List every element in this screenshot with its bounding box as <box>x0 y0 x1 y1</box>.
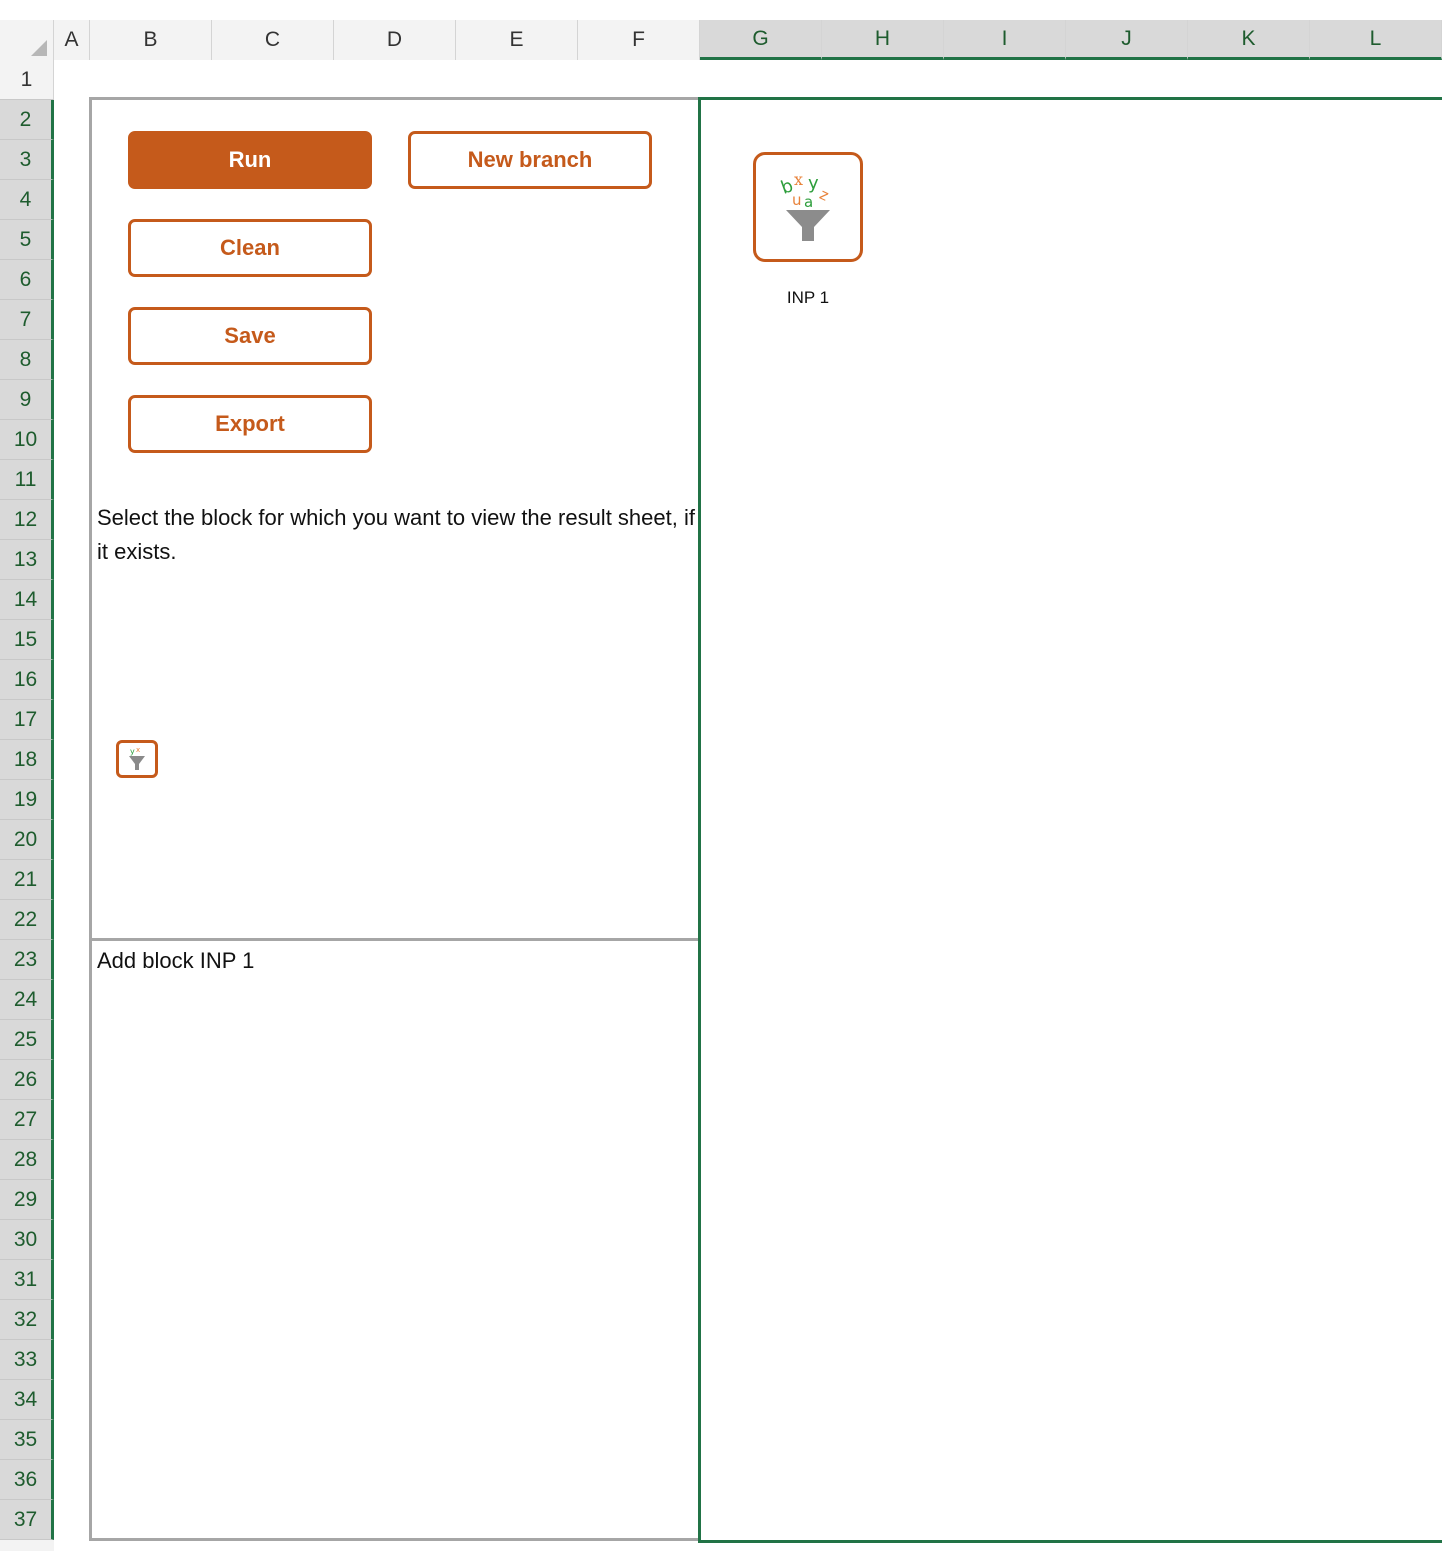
row-header-25[interactable]: 25 <box>0 1020 54 1060</box>
column-header-e[interactable]: E <box>456 20 578 60</box>
row-header-9[interactable]: 9 <box>0 380 54 420</box>
row-header-27[interactable]: 27 <box>0 1100 54 1140</box>
row-header-18[interactable]: 18 <box>0 740 54 780</box>
column-header-i[interactable]: I <box>944 20 1066 60</box>
row-header-33[interactable]: 33 <box>0 1340 54 1380</box>
row-header-12[interactable]: 12 <box>0 500 54 540</box>
run-button[interactable]: Run <box>128 131 372 189</box>
controls-panel: Run New branch Clean Save Export <box>89 97 701 501</box>
row-header-24[interactable]: 24 <box>0 980 54 1020</box>
column-header-g[interactable]: G <box>700 20 822 60</box>
row-header-5[interactable]: 5 <box>0 220 54 260</box>
row-header-8[interactable]: 8 <box>0 340 54 380</box>
select-all-corner[interactable] <box>0 20 54 60</box>
row-header-7[interactable]: 7 <box>0 300 54 340</box>
row-header-15[interactable]: 15 <box>0 620 54 660</box>
column-header-c[interactable]: C <box>212 20 334 60</box>
svg-text:a: a <box>804 193 813 211</box>
top-strip <box>0 0 1442 20</box>
funnel-icon: y x <box>129 746 145 770</box>
block-label-inp-1: INP 1 <box>786 288 830 307</box>
row-header-37[interactable]: 37 <box>0 1500 54 1540</box>
row-header-21[interactable]: 21 <box>0 860 54 900</box>
row-header-13[interactable]: 13 <box>0 540 54 580</box>
svg-text:z: z <box>817 185 832 205</box>
row-header-16[interactable]: 16 <box>0 660 54 700</box>
save-button[interactable]: Save <box>128 307 372 365</box>
row-header-22[interactable]: 22 <box>0 900 54 940</box>
block-inp-1[interactable]: b x y z u a <box>753 152 863 262</box>
column-headers: A B C D E F G H I J K L <box>0 20 1442 60</box>
svg-text:x: x <box>136 746 140 754</box>
svg-text:x: x <box>794 170 803 189</box>
svg-text:y: y <box>808 173 819 194</box>
row-header-20[interactable]: 20 <box>0 820 54 860</box>
column-header-a[interactable]: A <box>54 20 90 60</box>
row-header-14[interactable]: 14 <box>0 580 54 620</box>
select-all-icon <box>31 40 47 56</box>
column-header-l[interactable]: L <box>1310 20 1442 60</box>
row-header-10[interactable]: 10 <box>0 420 54 460</box>
row-header-36[interactable]: 36 <box>0 1460 54 1500</box>
mini-block-inp-1[interactable]: y x <box>116 740 158 778</box>
funnel-icon: b x y z u a <box>778 170 832 241</box>
row-header-23[interactable]: 23 <box>0 940 54 980</box>
new-branch-button[interactable]: New branch <box>408 131 652 189</box>
row-header-4[interactable]: 4 <box>0 180 54 220</box>
column-header-h[interactable]: H <box>822 20 944 60</box>
row-header-1[interactable]: 1 <box>0 60 54 100</box>
row-header-11[interactable]: 11 <box>0 460 54 500</box>
svg-text:u: u <box>792 191 802 209</box>
column-header-k[interactable]: K <box>1188 20 1310 60</box>
row-header-3[interactable]: 3 <box>0 140 54 180</box>
row-header-19[interactable]: 19 <box>0 780 54 820</box>
svg-text:y: y <box>130 747 135 756</box>
row-header-31[interactable]: 31 <box>0 1260 54 1300</box>
column-header-f[interactable]: F <box>578 20 700 60</box>
row-header-28[interactable]: 28 <box>0 1140 54 1180</box>
clean-button[interactable]: Clean <box>128 219 372 277</box>
select-hint-text: Select the block for which you want to v… <box>97 505 695 564</box>
row-header-6[interactable]: 6 <box>0 260 54 300</box>
log-panel: Add block INP 1 <box>89 938 701 1541</box>
spreadsheet: A B C D E F G H I J K L 1 2 3 4 5 6 7 8 9 10 11 12 1… <box>0 0 1442 1551</box>
row-header-17[interactable]: 17 <box>0 700 54 740</box>
export-button[interactable]: Export <box>128 395 372 453</box>
row-header-30[interactable]: 30 <box>0 1220 54 1260</box>
column-header-j[interactable]: J <box>1066 20 1188 60</box>
column-header-b[interactable]: B <box>90 20 212 60</box>
row-header-26[interactable]: 26 <box>0 1060 54 1100</box>
row-header-32[interactable]: 32 <box>0 1300 54 1340</box>
row-header-29[interactable]: 29 <box>0 1180 54 1220</box>
row-header-35[interactable]: 35 <box>0 1420 54 1460</box>
result-selector-panel: Select the block for which you want to v… <box>89 498 701 941</box>
row-header-34[interactable]: 34 <box>0 1380 54 1420</box>
column-header-d[interactable]: D <box>334 20 456 60</box>
row-header-2[interactable]: 2 <box>0 100 54 140</box>
log-message: Add block INP 1 <box>97 948 255 973</box>
row-headers: 1 2 3 4 5 6 7 8 9 10 11 12 13 14 15 16 17 18 19 20 21 22 23 24 2… <box>0 60 54 1551</box>
workflow-canvas[interactable]: b x y z u a INP 1 <box>698 97 1442 1543</box>
